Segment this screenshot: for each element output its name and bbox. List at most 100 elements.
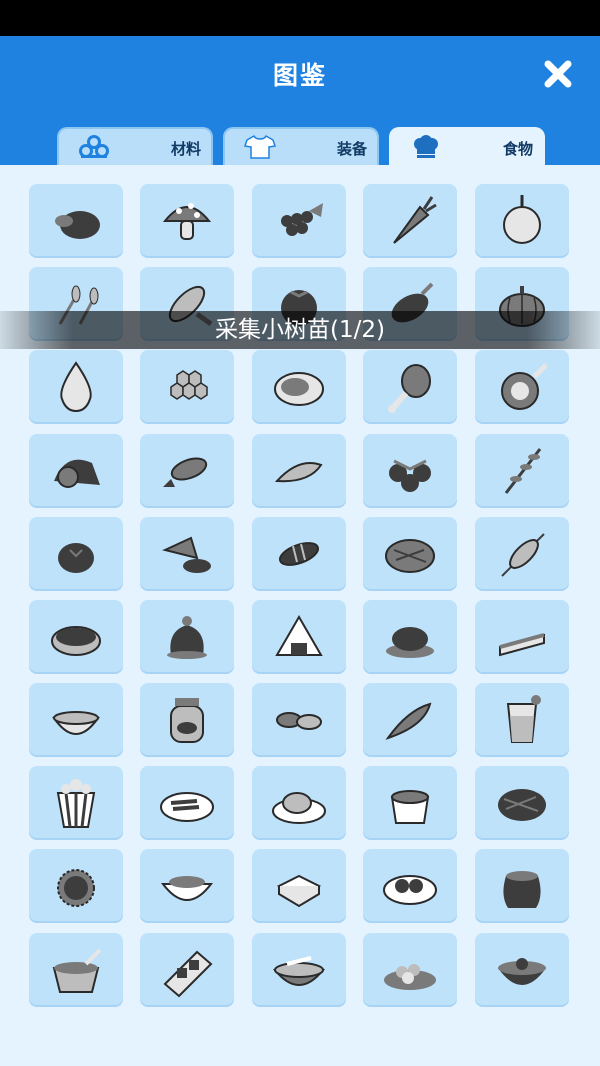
- mushroom-icon: [162, 203, 212, 240]
- food-grid-item[interactable]: [252, 350, 346, 424]
- food-grid-item[interactable]: [363, 434, 457, 508]
- food-grid-item[interactable]: [140, 683, 234, 757]
- droplet-icon: [60, 361, 92, 413]
- egg-icon: [58, 543, 94, 573]
- food-grid-item[interactable]: [29, 766, 123, 840]
- food-grid-item[interactable]: [363, 683, 457, 757]
- status-bar: [0, 0, 600, 36]
- food-grid-item[interactable]: [363, 766, 457, 840]
- food-grid-item[interactable]: [29, 517, 123, 591]
- bone-bowl-icon: [272, 956, 326, 986]
- header: 图鉴 材料 装备 食物: [0, 36, 600, 165]
- food-grid-item[interactable]: [475, 849, 569, 923]
- food-grid-item[interactable]: [140, 434, 234, 508]
- food-grid-item[interactable]: [140, 766, 234, 840]
- chef-hat-icon: [414, 135, 438, 158]
- truffle-icon: [55, 211, 100, 239]
- food-grid-item[interactable]: [475, 766, 569, 840]
- food-grid-item[interactable]: [475, 517, 569, 591]
- stew-cup-icon: [390, 790, 430, 824]
- bacon-plate-icon: [160, 792, 214, 822]
- food-grid-item[interactable]: [29, 933, 123, 1007]
- close-icon: [544, 60, 572, 88]
- food-grid-item[interactable]: [140, 849, 234, 923]
- pie-crust-icon: [385, 539, 435, 573]
- food-grid-item[interactable]: [363, 350, 457, 424]
- bone-stew-icon: [52, 948, 102, 993]
- tofu-icon: [276, 874, 322, 908]
- food-grid-item[interactable]: [363, 933, 457, 1007]
- grilled-steak-icon: [498, 789, 546, 821]
- shrimp-icon: [274, 462, 323, 483]
- food-grid-item[interactable]: [252, 683, 346, 757]
- skewer-icon: [501, 533, 545, 577]
- food-grid-item[interactable]: [475, 434, 569, 508]
- food-grid-item[interactable]: [475, 350, 569, 424]
- sack-dish-icon: [167, 616, 207, 659]
- food-grid-item[interactable]: [252, 933, 346, 1007]
- food-collection-panel: [0, 165, 600, 1066]
- berries-icon: [389, 459, 431, 492]
- food-grid-item[interactable]: [475, 683, 569, 757]
- fish-icon: [163, 457, 208, 487]
- food-grid-item[interactable]: [140, 517, 234, 591]
- food-grid-item[interactable]: [140, 184, 234, 258]
- cooked-meat-icon: [162, 536, 211, 573]
- rice-ball-icon: [275, 615, 323, 656]
- ham-hock-icon: [54, 459, 100, 488]
- food-grid-item[interactable]: [29, 849, 123, 923]
- fish-soup-icon: [160, 876, 214, 901]
- durian-icon: [57, 869, 95, 907]
- food-grid-item[interactable]: [252, 766, 346, 840]
- food-grid-item[interactable]: [29, 350, 123, 424]
- dumplings-icon: [276, 712, 322, 730]
- dark-bowl-icon: [498, 958, 546, 985]
- food-grid-item[interactable]: [363, 517, 457, 591]
- cake-slice-icon: [499, 633, 545, 657]
- sushi-icon: [163, 950, 213, 998]
- food-grid-item[interactable]: [140, 600, 234, 674]
- food-grid-item[interactable]: [363, 600, 457, 674]
- drumstick-icon: [388, 364, 431, 413]
- pot-icon: [503, 871, 541, 908]
- tab-equipment-label: 装备: [336, 140, 367, 158]
- onion-icon: [503, 195, 541, 244]
- food-grid-item[interactable]: [252, 434, 346, 508]
- tab-equipment[interactable]: 装备: [223, 127, 379, 165]
- tab-materials[interactable]: 材料: [57, 127, 213, 165]
- food-grid-item[interactable]: [29, 600, 123, 674]
- popcorn-icon: [56, 779, 96, 828]
- food-grid-item[interactable]: [252, 517, 346, 591]
- meatball-plate-icon: [383, 875, 437, 905]
- grilled-fish-icon: [278, 542, 320, 566]
- ham-icon: [501, 363, 548, 410]
- bean-bowl-icon: [51, 626, 101, 656]
- food-grid-item[interactable]: [475, 933, 569, 1007]
- toast-message: 采集小树苗(1/2): [0, 311, 600, 349]
- roast-dish-icon: [386, 627, 434, 658]
- close-button[interactable]: [540, 56, 576, 92]
- food-grid-item[interactable]: [29, 683, 123, 757]
- jar-icon: [170, 698, 204, 743]
- tab-food[interactable]: 食物: [389, 127, 545, 165]
- honeycomb-icon: [170, 370, 208, 400]
- food-grid-item[interactable]: [252, 849, 346, 923]
- juice-icon: [506, 695, 541, 743]
- food-grid-item[interactable]: [140, 350, 234, 424]
- soup-bowl-icon: [52, 711, 100, 735]
- food-grid-item[interactable]: [140, 933, 234, 1007]
- food-grid-item[interactable]: [252, 600, 346, 674]
- steak-icon: [274, 372, 324, 406]
- shirt-icon: [244, 134, 276, 159]
- food-grid-item[interactable]: [252, 184, 346, 258]
- page-title: 图鉴: [272, 61, 327, 90]
- food-grid-item[interactable]: [363, 849, 457, 923]
- food-grid-item[interactable]: [29, 184, 123, 258]
- smoked-fish-icon: [385, 702, 432, 740]
- food-grid-item[interactable]: [29, 434, 123, 508]
- tab-bar: 材料 装备 食物: [0, 127, 600, 165]
- salad-plate-icon: [384, 964, 436, 990]
- food-grid-item[interactable]: [363, 184, 457, 258]
- food-grid-item[interactable]: [475, 600, 569, 674]
- food-grid-item[interactable]: [475, 184, 569, 258]
